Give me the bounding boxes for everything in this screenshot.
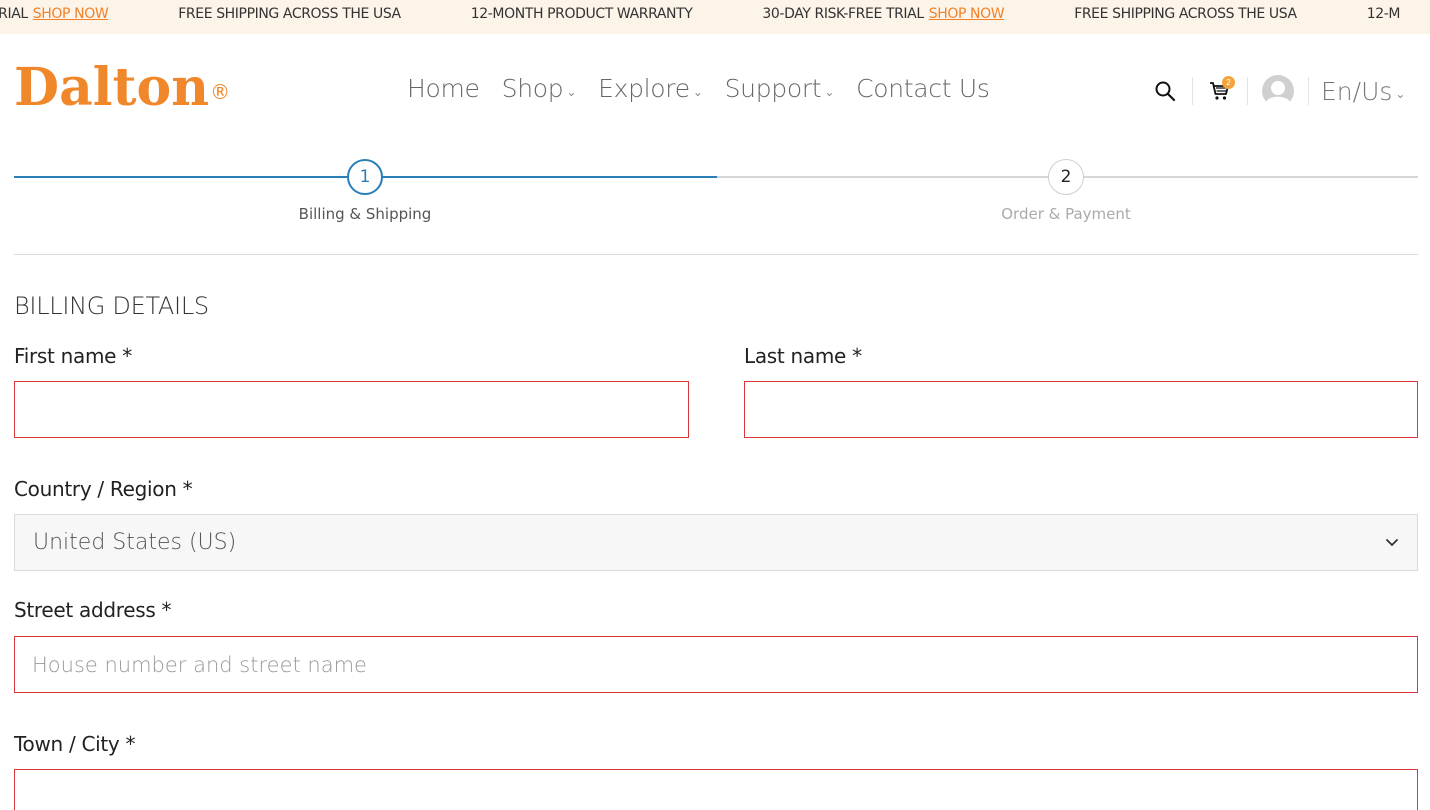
- last-name-label: Last name *: [744, 344, 862, 368]
- checkout-stepper: 1 Billing & Shipping 2 Order & Payment: [14, 157, 1418, 227]
- search-icon: [1155, 81, 1176, 102]
- announcement-message: 30-DAY RISK-FREE TRIAL SHOP NOW: [762, 6, 1005, 22]
- nav-support[interactable]: Support ⌄: [725, 74, 835, 103]
- nav-explore[interactable]: Explore ⌄: [598, 74, 703, 103]
- chevron-down-icon: ⌄: [824, 84, 835, 99]
- step-number: 1: [347, 159, 383, 195]
- chevron-down-icon: ⌄: [692, 84, 703, 99]
- account-button[interactable]: [1260, 73, 1296, 109]
- first-name-label: First name *: [14, 344, 132, 368]
- billing-details-title: BILLING DETAILS: [14, 292, 209, 320]
- shop-now-link[interactable]: SHOP NOW: [929, 6, 1005, 22]
- town-city-input[interactable]: [14, 769, 1418, 810]
- cart-count-badge: 2: [1222, 76, 1235, 89]
- announcement-message: TRIALSHOP NOW: [0, 6, 109, 22]
- cart-button[interactable]: 2: [1205, 76, 1235, 106]
- section-divider: [14, 254, 1418, 255]
- header-separator: [1308, 77, 1309, 105]
- dalton-logo[interactable]: Dalton®: [14, 58, 231, 118]
- chevron-down-icon: ⌄: [566, 84, 577, 99]
- first-name-input[interactable]: [14, 381, 689, 438]
- town-city-label: Town / City *: [14, 732, 136, 756]
- announcement-bar: TRIALSHOP NOW FREE SHIPPING ACROSS THE U…: [0, 0, 1430, 34]
- announcement-message: 12-MONTH PRODUCT WARRANTY: [470, 6, 693, 22]
- country-region-value: United States (US): [33, 530, 237, 555]
- country-region-select[interactable]: United States (US): [14, 514, 1418, 571]
- user-avatar-icon: [1262, 75, 1294, 108]
- announcement-message: FREE SHIPPING ACROSS THE USA: [1074, 6, 1297, 22]
- step-number: 2: [1048, 159, 1084, 195]
- step-billing-shipping[interactable]: 1 Billing & Shipping: [265, 159, 465, 223]
- step-label: Billing & Shipping: [298, 205, 432, 223]
- header-actions: 2 En/Us ⌄: [1150, 72, 1405, 110]
- header-separator: [1192, 77, 1193, 105]
- announcement-message: FREE SHIPPING ACROSS THE USA: [178, 6, 401, 22]
- announcement-track: TRIALSHOP NOW FREE SHIPPING ACROSS THE U…: [0, 6, 1430, 22]
- street-address-label: Street address *: [14, 598, 172, 622]
- search-button[interactable]: [1150, 76, 1180, 106]
- country-region-label: Country / Region *: [14, 477, 193, 501]
- street-address-input[interactable]: [14, 636, 1418, 693]
- registered-mark: ®: [210, 80, 231, 104]
- nav-home[interactable]: Home: [407, 74, 480, 103]
- last-name-input[interactable]: [744, 381, 1418, 438]
- language-selector[interactable]: En/Us ⌄: [1321, 77, 1405, 106]
- announcement-message: 12-M: [1366, 6, 1401, 22]
- step-order-payment[interactable]: 2 Order & Payment: [966, 159, 1166, 223]
- nav-contact-us[interactable]: Contact Us: [856, 74, 990, 103]
- header-separator: [1247, 77, 1248, 105]
- shop-now-link[interactable]: SHOP NOW: [33, 6, 109, 22]
- step-label: Order & Payment: [1001, 205, 1131, 223]
- chevron-down-icon: ⌄: [1395, 87, 1406, 101]
- main-nav: Home Shop ⌄ Explore ⌄ Support ⌄ Contact Us: [407, 74, 990, 103]
- chevron-down-icon: [1386, 538, 1398, 546]
- nav-shop[interactable]: Shop ⌄: [502, 74, 577, 103]
